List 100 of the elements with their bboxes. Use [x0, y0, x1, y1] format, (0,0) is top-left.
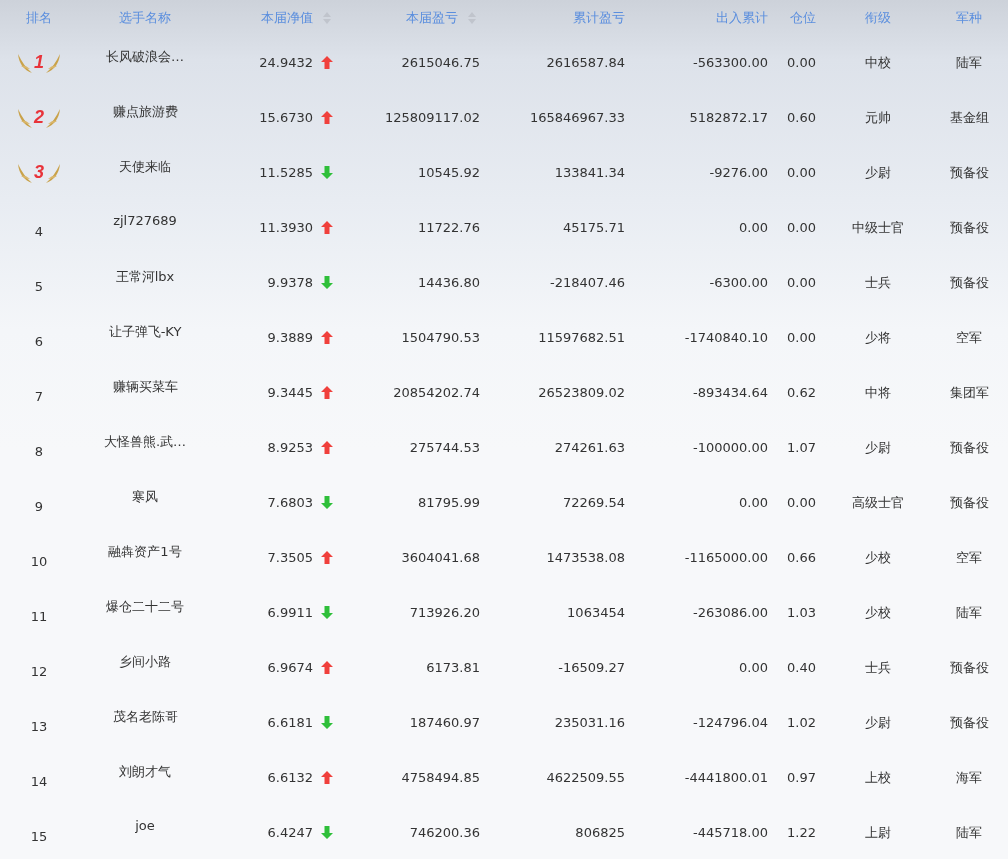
table-cell: 中校: [865, 53, 891, 72]
rank-number: 11: [30, 608, 48, 624]
player-name[interactable]: 王常河lbx: [115, 268, 175, 286]
player-name[interactable]: 赚辆买菜车: [112, 378, 178, 396]
table-cell: 0.00: [787, 220, 816, 235]
table-cell: 14436.80: [417, 275, 480, 290]
table-cell: 6.9911: [267, 605, 313, 620]
table-cell: 9.3445: [267, 385, 313, 400]
table-cell: 空军: [956, 328, 982, 347]
table-cell: 预备役: [949, 658, 989, 677]
table-cell: 0.66: [787, 550, 816, 565]
table-cell: 5182872.17: [689, 110, 768, 125]
rank-number: 6: [34, 333, 44, 349]
column-header: 军种: [956, 8, 982, 27]
table-cell: -124796.04: [693, 715, 768, 730]
table-cell: 上校: [865, 768, 891, 787]
table-cell: 6.6132: [267, 770, 313, 785]
table-cell: 基金组: [949, 108, 989, 127]
table-cell: -563300.00: [693, 55, 768, 70]
table-cell: 1.02: [787, 715, 816, 730]
table-cell: 中将: [865, 383, 891, 402]
table-cell: 0.00: [739, 220, 768, 235]
table-cell: -218407.46: [550, 275, 625, 290]
table-cell: 2616587.84: [546, 55, 625, 70]
table-cell: 中级士官: [852, 218, 904, 237]
player-name[interactable]: 融犇资产1号: [108, 543, 182, 561]
player-name[interactable]: 大怪兽熊.武…: [103, 433, 187, 451]
table-cell: 275744.53: [409, 440, 480, 455]
table-cell: 81795.99: [417, 495, 480, 510]
rank-number: 15: [30, 828, 48, 844]
rank-number: 7: [34, 388, 44, 404]
table-cell: 806825: [575, 825, 625, 840]
table-cell: 高级士官: [852, 493, 904, 512]
table-cell: 9.3889: [267, 330, 313, 345]
table-cell: 11.5285: [259, 165, 313, 180]
table-cell: 8.9253: [267, 440, 313, 455]
player-name[interactable]: 让子弹飞-KY: [108, 323, 182, 341]
table-cell: 11722.76: [417, 220, 480, 235]
table-cell: 1.22: [787, 825, 816, 840]
table-cell: -445718.00: [693, 825, 768, 840]
player-name[interactable]: 刘朗才气: [119, 763, 171, 781]
player-name[interactable]: 长风破浪会…: [106, 48, 184, 66]
table-cell: 预备役: [949, 713, 989, 732]
table-cell: 7.3505: [267, 550, 313, 565]
table-cell: 11.3930: [259, 220, 313, 235]
column-header: 衔级: [865, 8, 891, 27]
table-cell: 0.00: [787, 55, 816, 70]
table-cell: -100000.00: [693, 440, 768, 455]
table-cell: -16509.27: [558, 660, 625, 675]
table-cell: 125809117.02: [384, 110, 480, 125]
table-cell: 15.6730: [259, 110, 313, 125]
table-cell: 133841.34: [554, 165, 625, 180]
table-cell: 海军: [956, 768, 982, 787]
player-name[interactable]: 茂名老陈哥: [112, 708, 178, 726]
column-header: 选手名称: [119, 8, 171, 27]
table-cell: 预备役: [949, 273, 989, 292]
table-cell: -263086.00: [693, 605, 768, 620]
table-cell: 预备役: [949, 163, 989, 182]
table-cell: 0.00: [787, 165, 816, 180]
table-cell: 士兵: [865, 273, 891, 292]
table-cell: 陆军: [956, 823, 982, 842]
player-name[interactable]: 爆仓二十二号: [106, 598, 184, 616]
table-cell: 1.07: [787, 440, 816, 455]
table-cell: 746200.36: [409, 825, 480, 840]
table-cell: 20854202.74: [393, 385, 480, 400]
table-cell: 6173.81: [426, 660, 480, 675]
table-cell: 少尉: [865, 438, 891, 457]
player-name[interactable]: 乡间小路: [119, 653, 171, 671]
table-cell: 1063454: [567, 605, 625, 620]
table-cell: 1.03: [787, 605, 816, 620]
table-cell: 6.4247: [267, 825, 313, 840]
player-name[interactable]: zjl727689: [113, 213, 177, 228]
table-cell: -4441800.01: [684, 770, 768, 785]
table-cell: 少尉: [865, 163, 891, 182]
rank-number: 5: [34, 278, 44, 294]
table-cell: 陆军: [956, 53, 982, 72]
player-name[interactable]: joe: [135, 818, 155, 833]
column-header: 出入累计: [716, 8, 768, 27]
table-cell: 0.00: [787, 275, 816, 290]
table-cell: 元帅: [865, 108, 891, 127]
table-cell: 713926.20: [409, 605, 480, 620]
table-cell: 1473538.08: [546, 550, 625, 565]
table-cell: 0.97: [787, 770, 816, 785]
table-cell: 陆军: [956, 603, 982, 622]
table-cell: 0.00: [739, 495, 768, 510]
table-cell: 0.60: [787, 110, 816, 125]
player-name[interactable]: 赚点旅游费: [112, 103, 178, 121]
table-cell: 26523809.02: [538, 385, 625, 400]
table-cell: 集团军: [949, 383, 989, 402]
rank-number: 9: [34, 498, 44, 514]
table-cell: 少将: [865, 328, 891, 347]
column-header: 排名: [26, 8, 52, 27]
table-cell: 4622509.55: [546, 770, 625, 785]
player-name[interactable]: 寒风: [132, 488, 158, 506]
table-cell: 0.00: [787, 330, 816, 345]
table-cell: -6300.00: [709, 275, 768, 290]
player-name[interactable]: 天使来临: [119, 158, 171, 176]
table-cell: 0.62: [787, 385, 816, 400]
rank-number: 8: [34, 443, 44, 459]
table-cell: 1504790.53: [401, 330, 480, 345]
